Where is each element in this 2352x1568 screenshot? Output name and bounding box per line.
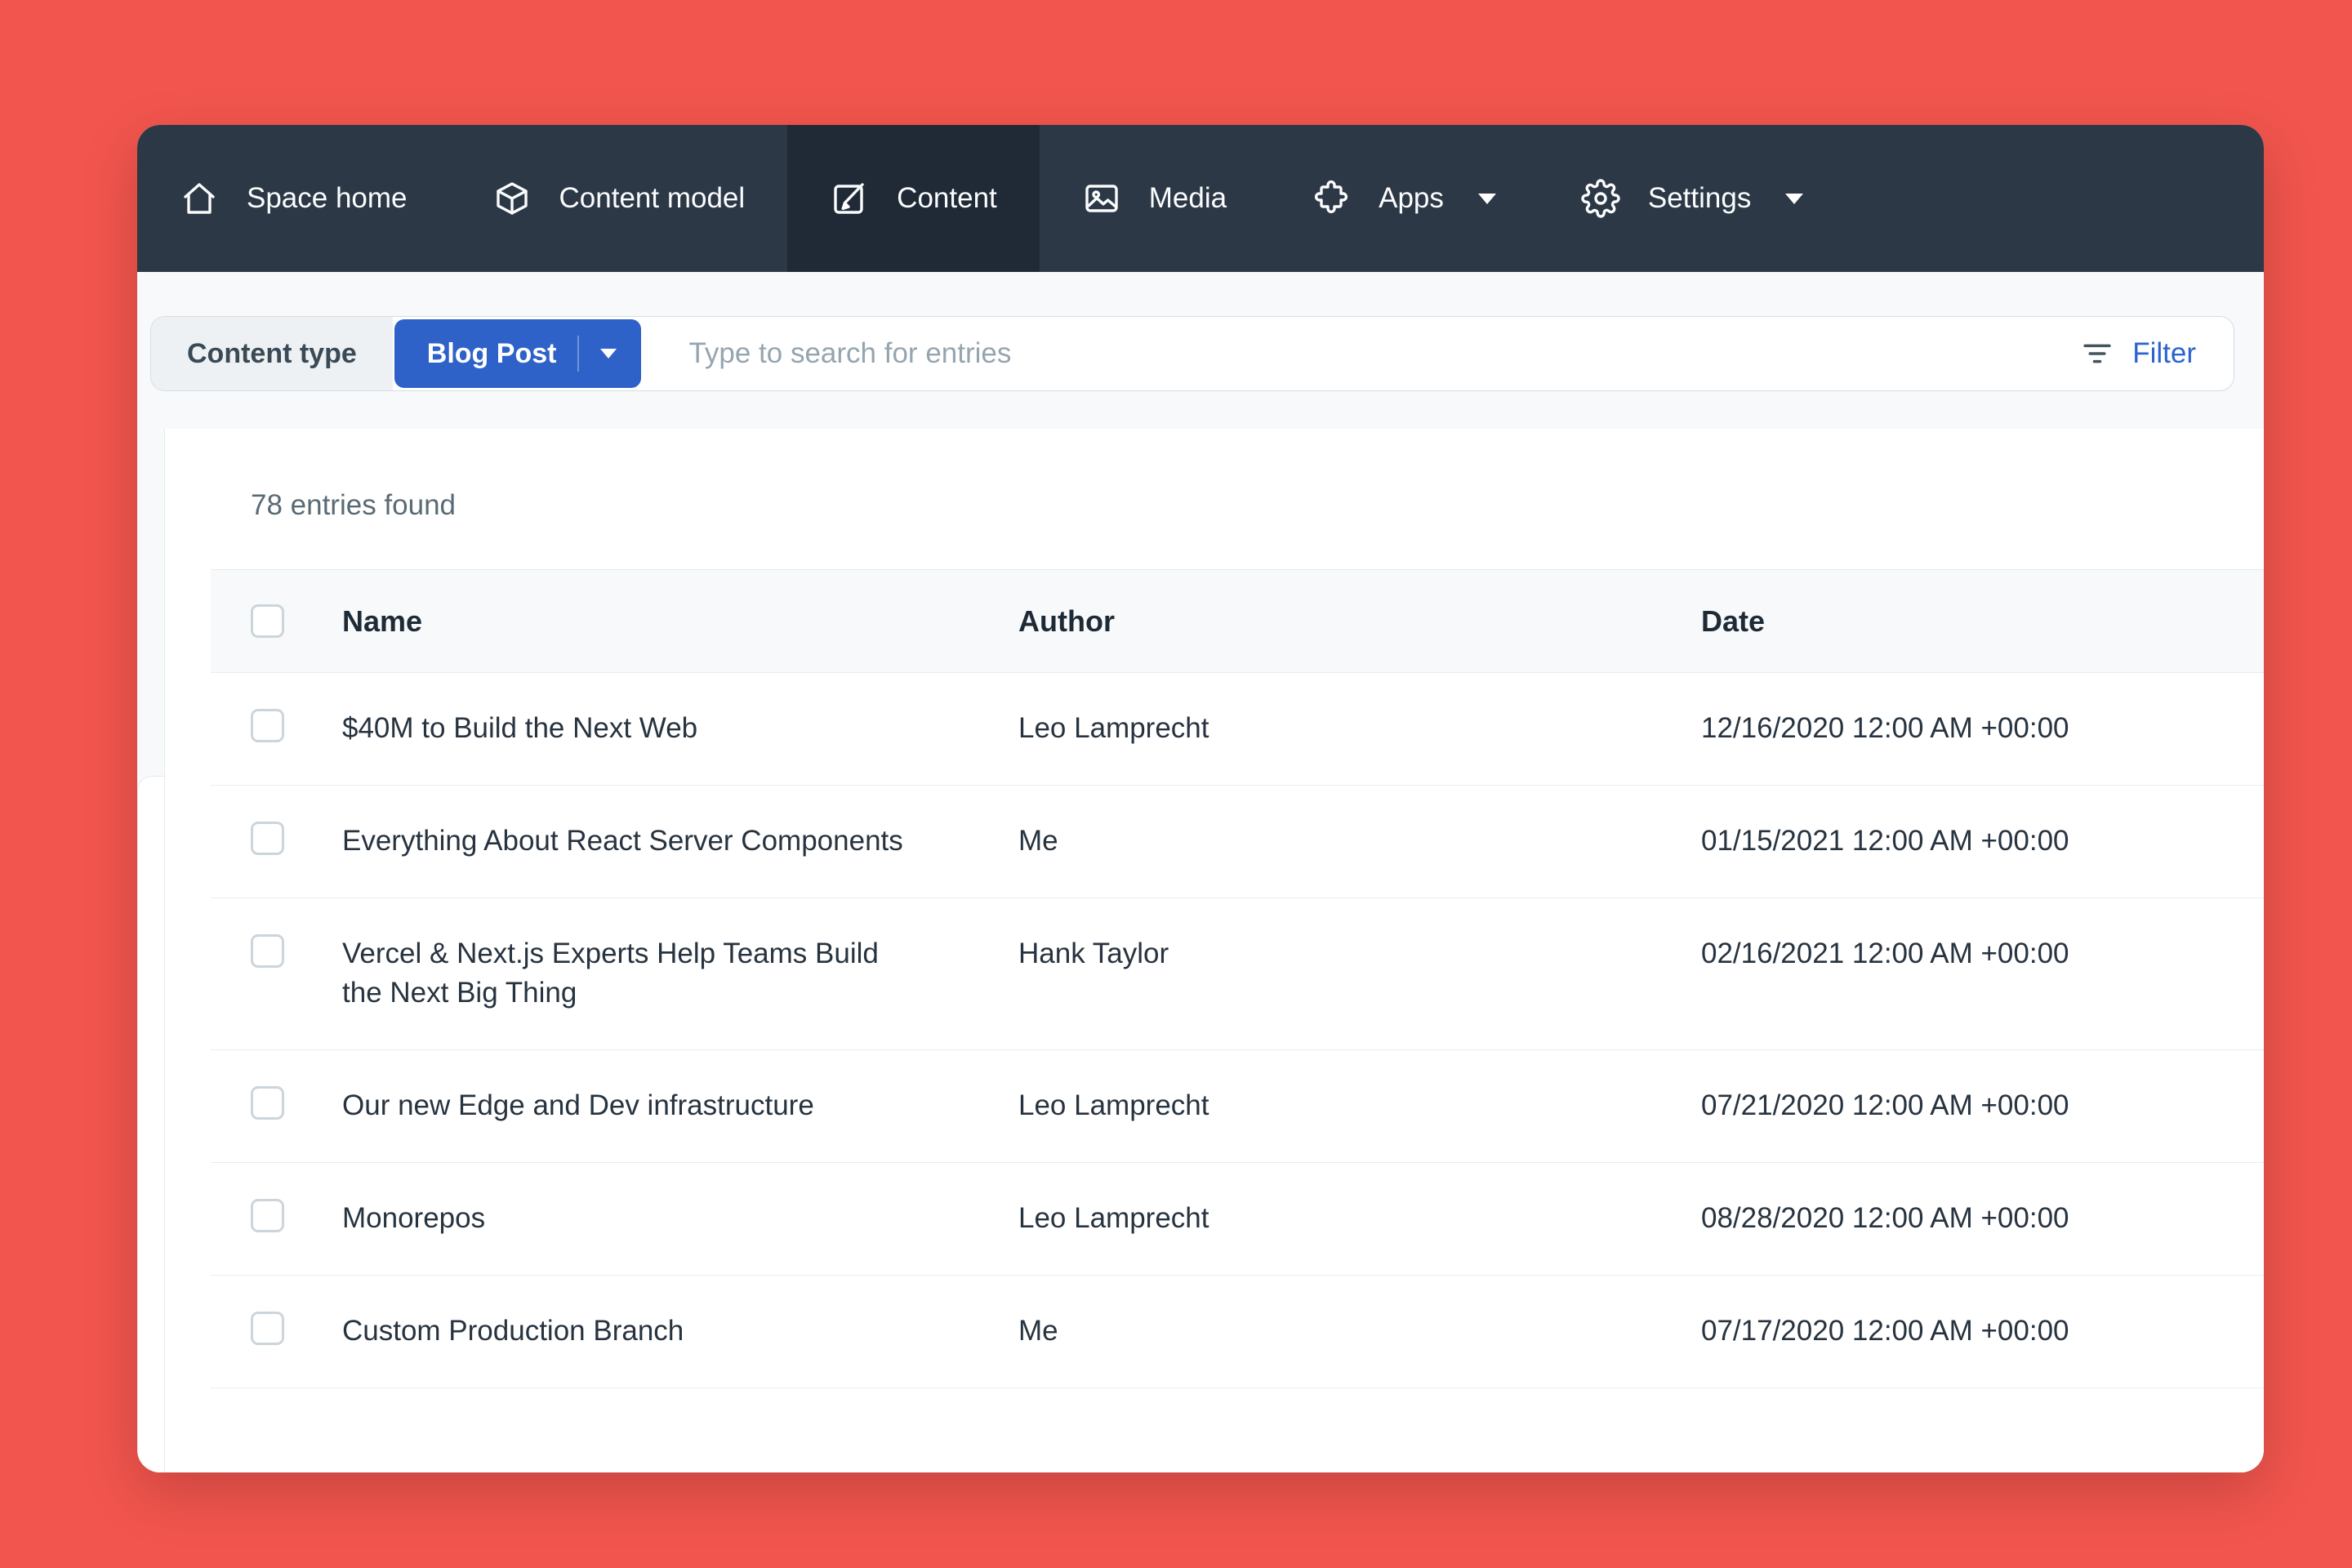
entry-name: Our new Edge and Dev infrastructure bbox=[342, 1086, 1018, 1125]
content-type-label: Content type bbox=[151, 317, 393, 390]
entry-name: Everything About React Server Components bbox=[342, 822, 1018, 861]
entry-name: Vercel & Next.js Experts Help Teams Buil… bbox=[342, 934, 1018, 1013]
entry-author: Me bbox=[1018, 822, 1701, 861]
home-icon bbox=[180, 179, 219, 218]
entry-date: 08/28/2020 12:00 AM +00:00 bbox=[1701, 1199, 2264, 1238]
entry-name: Custom Production Branch bbox=[342, 1312, 1018, 1351]
divider bbox=[577, 336, 579, 372]
table-header-row: Name Author Date bbox=[211, 569, 2264, 673]
content-type-dropdown[interactable]: Blog Post bbox=[394, 319, 642, 388]
row-checkbox[interactable] bbox=[251, 709, 284, 742]
nav-content[interactable]: Content bbox=[787, 125, 1040, 272]
content-compose-icon bbox=[830, 179, 869, 218]
entry-author: Leo Lamprecht bbox=[1018, 1086, 1701, 1125]
filter-button[interactable]: Filter bbox=[2080, 336, 2196, 371]
media-image-icon bbox=[1082, 179, 1121, 218]
column-header-name: Name bbox=[342, 602, 1018, 641]
app-window: Space home Content model Content Media A… bbox=[137, 125, 2264, 1472]
stacked-panel-edge bbox=[137, 776, 165, 1472]
table-row[interactable]: Custom Production Branch Me 07/17/2020 1… bbox=[211, 1276, 2264, 1388]
entry-name: $40M to Build the Next Web bbox=[342, 709, 1018, 748]
apps-puzzle-icon bbox=[1312, 179, 1351, 218]
table-row[interactable]: Monorepos Leo Lamprecht 08/28/2020 12:00… bbox=[211, 1163, 2264, 1276]
search-box: Content type Blog Post Filter bbox=[150, 316, 2234, 391]
entry-name: Monorepos bbox=[342, 1199, 1018, 1238]
column-header-author: Author bbox=[1018, 602, 1701, 641]
entries-panel: 78 entries found Name Author Date $40M t… bbox=[164, 429, 2264, 1472]
entry-date: 12/16/2020 12:00 AM +00:00 bbox=[1701, 709, 2264, 748]
chevron-down-icon bbox=[1785, 194, 1803, 204]
content-type-value: Blog Post bbox=[427, 338, 557, 370]
filter-icon bbox=[2080, 336, 2114, 371]
row-checkbox[interactable] bbox=[251, 1199, 284, 1232]
row-checkbox[interactable] bbox=[251, 934, 284, 968]
nav-space-home[interactable]: Space home bbox=[137, 125, 450, 272]
nav-label: Content bbox=[897, 182, 997, 215]
nav-label: Media bbox=[1149, 182, 1227, 215]
table-row[interactable]: $40M to Build the Next Web Leo Lamprecht… bbox=[211, 673, 2264, 786]
nav-settings[interactable]: Settings bbox=[1539, 125, 1846, 272]
entries-table: Name Author Date $40M to Build the Next … bbox=[211, 569, 2264, 1388]
table-row[interactable]: Vercel & Next.js Experts Help Teams Buil… bbox=[211, 898, 2264, 1050]
nav-label: Apps bbox=[1379, 182, 1444, 215]
select-all-checkbox[interactable] bbox=[251, 604, 284, 638]
entry-date: 02/16/2021 12:00 AM +00:00 bbox=[1701, 934, 2264, 973]
filter-label: Filter bbox=[2132, 337, 2196, 370]
nav-label: Space home bbox=[247, 182, 408, 215]
content-area: 78 entries found Name Author Date $40M t… bbox=[137, 429, 2264, 1472]
chevron-down-icon bbox=[1478, 194, 1496, 204]
entry-date: 07/21/2020 12:00 AM +00:00 bbox=[1701, 1086, 2264, 1125]
entry-date: 01/15/2021 12:00 AM +00:00 bbox=[1701, 822, 2264, 861]
nav-label: Content model bbox=[559, 182, 746, 215]
row-checkbox[interactable] bbox=[251, 1312, 284, 1345]
row-checkbox[interactable] bbox=[251, 1086, 284, 1120]
chevron-down-icon bbox=[600, 349, 617, 359]
entry-date: 07/17/2020 12:00 AM +00:00 bbox=[1701, 1312, 2264, 1351]
row-checkbox[interactable] bbox=[251, 822, 284, 855]
nav-content-model[interactable]: Content model bbox=[450, 125, 788, 272]
search-input[interactable] bbox=[641, 317, 2080, 390]
table-row[interactable]: Our new Edge and Dev infrastructure Leo … bbox=[211, 1050, 2264, 1163]
nav-apps[interactable]: Apps bbox=[1269, 125, 1539, 272]
table-row[interactable]: Everything About React Server Components… bbox=[211, 786, 2264, 898]
top-navigation: Space home Content model Content Media A… bbox=[137, 125, 2264, 272]
search-bar-row: Content type Blog Post Filter bbox=[137, 272, 2264, 429]
column-header-date: Date bbox=[1701, 602, 2264, 641]
entries-count: 78 entries found bbox=[165, 429, 2264, 569]
nav-label: Settings bbox=[1648, 182, 1751, 215]
settings-gear-icon bbox=[1581, 179, 1620, 218]
entry-author: Leo Lamprecht bbox=[1018, 1199, 1701, 1238]
entry-author: Leo Lamprecht bbox=[1018, 709, 1701, 748]
entry-author: Me bbox=[1018, 1312, 1701, 1351]
entry-author: Hank Taylor bbox=[1018, 934, 1701, 973]
nav-media[interactable]: Media bbox=[1040, 125, 1269, 272]
content-model-icon bbox=[492, 179, 532, 218]
